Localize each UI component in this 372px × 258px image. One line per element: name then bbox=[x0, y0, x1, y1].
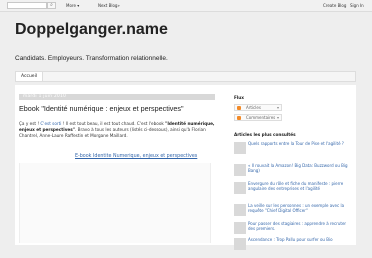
post-text-1: Ça y est ! bbox=[19, 121, 41, 126]
popular-post-item[interactable]: Ascendance : Trop Pallu pour surfer ou B… bbox=[234, 237, 356, 258]
rss-icon bbox=[237, 116, 241, 120]
feed-comments-label: Commentaires bbox=[246, 115, 276, 120]
popular-post-link[interactable]: Envergure du rôle et fiche du manifeste … bbox=[248, 181, 352, 192]
popular-post-item[interactable]: Quels rapports entre la Tour de Pise et … bbox=[234, 141, 356, 162]
page-tabs: Accueil bbox=[15, 71, 356, 82]
popular-post-link[interactable]: « Il rouvait la Amazon! Big Data: Buzzwo… bbox=[248, 163, 352, 174]
rss-heading: Flux bbox=[234, 95, 244, 100]
blog-subtitle: Candidats. Employeurs. Transformation re… bbox=[15, 55, 168, 62]
popular-post-link[interactable]: Quels rapports entre la Tour de Pise et … bbox=[248, 141, 352, 147]
create-blog-link[interactable]: Create Blog bbox=[323, 3, 346, 8]
chevron-down-icon: ▾ bbox=[276, 105, 279, 110]
ebook-embed-viewer[interactable] bbox=[19, 163, 211, 243]
popular-post-link[interactable]: La veille sur les personnes : un exemple… bbox=[248, 203, 352, 214]
cest-sorti-link[interactable]: C'est sorti bbox=[40, 121, 61, 126]
navbar-search-input[interactable] bbox=[7, 2, 47, 9]
tab-accueil[interactable]: Accueil bbox=[16, 72, 44, 81]
sidebar: Flux Articles ▾ Commentaires ▾ Articles … bbox=[234, 85, 356, 250]
post-date: mardi 1 juin 2010 bbox=[23, 94, 67, 99]
feed-comments-dropdown[interactable]: Commentaires ▾ bbox=[234, 114, 282, 121]
post-title[interactable]: Ebook "Identité numérique : enjeux et pe… bbox=[19, 104, 184, 113]
next-blog-link[interactable]: Next Blog» bbox=[98, 3, 120, 8]
post-thumbnail bbox=[234, 204, 246, 216]
post-text-2: ! Il est tout beau, il est tout chaud. C… bbox=[61, 121, 166, 126]
search-icon[interactable]: ⌕ bbox=[47, 2, 56, 9]
main-content: mardi 1 juin 2010 Ebook "Identité numéri… bbox=[15, 85, 356, 250]
post-thumbnail bbox=[234, 164, 246, 176]
more-menu-link[interactable]: More ▾ bbox=[66, 3, 79, 8]
popular-heading: Articles les plus consultés bbox=[234, 132, 296, 137]
rss-icon bbox=[237, 106, 241, 110]
popular-post-item[interactable]: Envergure du rôle et fiche du manifeste … bbox=[234, 181, 356, 202]
feed-articles-dropdown[interactable]: Articles ▾ bbox=[234, 104, 282, 111]
feed-articles-label: Articles bbox=[246, 105, 261, 110]
blog-title[interactable]: Doppelganger.name bbox=[15, 21, 168, 39]
post-thumbnail bbox=[234, 222, 246, 234]
sign-in-link[interactable]: Sign In bbox=[350, 3, 364, 8]
popular-post-link[interactable]: Ascendance : Trop Pallu pour surfer ou B… bbox=[248, 237, 352, 243]
chevron-down-icon: ▾ bbox=[276, 115, 279, 120]
blogger-navbar: ⌕ More ▾ Next Blog» Create Blog Sign In bbox=[0, 0, 372, 12]
post-thumbnail bbox=[234, 142, 246, 154]
post-date-header: mardi 1 juin 2010 bbox=[19, 94, 215, 100]
popular-post-link[interactable]: Pour passer des stagiaires : apprendre à… bbox=[248, 221, 352, 232]
post-thumbnail bbox=[234, 182, 246, 194]
post-body: Ça y est ! C'est sorti ! Il est tout bea… bbox=[19, 121, 215, 139]
ebook-link[interactable]: E-book Identite Numerique, enjeux et per… bbox=[75, 154, 197, 159]
